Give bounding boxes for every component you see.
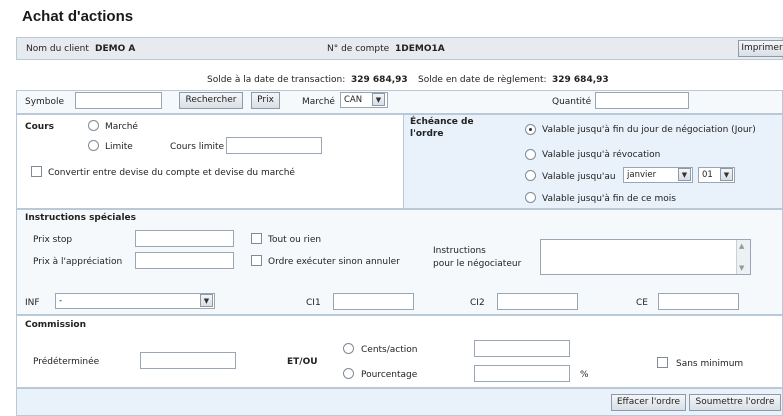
all-or-none-label: Tout ou rien (268, 235, 322, 245)
quantity-input[interactable] (595, 92, 689, 109)
client-name-value: DEMO A (95, 44, 136, 54)
stop-price-label: Prix stop (33, 235, 73, 245)
expiry-option-date: Valable jusqu'au (542, 172, 616, 182)
clear-order-button[interactable]: Effacer l'ordre (611, 394, 686, 411)
inf-chevron-down-icon[interactable]: ▼ (200, 294, 213, 307)
trade-date-balance-label: Solde à la date de transaction: (207, 75, 346, 85)
price-button[interactable]: Prix (251, 92, 280, 109)
expiry-label-line1: Échéance de (410, 117, 474, 127)
special-instructions-header: Instructions spéciales (25, 213, 137, 223)
cents-label: Cents/action (361, 345, 418, 355)
symbol-input[interactable] (75, 92, 162, 109)
percent-unit: % (580, 370, 589, 380)
expiry-option-gtc: Valable jusqu'à révocation (542, 150, 661, 160)
expiry-label-line2: l'ordre (410, 129, 444, 139)
market-radio[interactable] (88, 120, 99, 131)
settlement-balance-value: 329 684,93 (552, 75, 609, 85)
ci1-input[interactable] (333, 293, 414, 310)
appreciation-price-label: Prix à l'appréciation (33, 257, 123, 267)
market-radio-label: Marché (105, 122, 138, 132)
inf-label: INF (25, 298, 40, 308)
ci2-input[interactable] (497, 293, 578, 310)
limit-radio[interactable] (88, 140, 99, 151)
month-chevron-down-icon[interactable]: ▼ (678, 168, 691, 181)
expiry-radio-date[interactable] (525, 170, 536, 181)
market-label: Marché (302, 97, 335, 107)
settlement-balance-label: Solde en date de règlement: (418, 75, 547, 85)
predetermined-label: Prédéterminée (33, 357, 100, 367)
day-chevron-down-icon[interactable]: ▼ (720, 168, 733, 181)
expiry-radio-month-end[interactable] (525, 192, 536, 203)
commission-header: Commission (25, 320, 87, 330)
expiry-option-day: Valable jusqu'à fin du jour de négociati… (542, 125, 756, 135)
and-or-label: ET/OU (287, 357, 318, 367)
scroll-up-icon[interactable]: ▲ (739, 242, 744, 250)
page-title: Achat d'actions (22, 8, 134, 25)
limit-price-label: Cours limite (170, 142, 225, 152)
appreciation-price-input[interactable] (135, 252, 234, 269)
account-number-label: N° de compte (327, 44, 390, 54)
market-select-value: CAN (344, 95, 363, 105)
fill-or-kill-label: Ordre exécuter sinon annuler (268, 257, 400, 267)
inf-select[interactable]: - (55, 293, 215, 309)
trade-date-balance-value: 329 684,93 (351, 75, 408, 85)
expiry-radio-gtc[interactable] (525, 149, 536, 160)
client-name-label: Nom du client (26, 44, 89, 54)
quantity-label: Quantité (552, 97, 592, 107)
cents-radio[interactable] (343, 343, 354, 354)
submit-order-button[interactable]: Soumettre l'ordre (689, 394, 781, 411)
scroll-down-icon[interactable]: ▼ (739, 264, 744, 272)
trader-instructions-label-line1: Instructions (433, 246, 486, 256)
fill-or-kill-checkbox[interactable] (251, 255, 262, 266)
expiry-radio-day[interactable] (525, 124, 536, 135)
search-button[interactable]: Rechercher (179, 92, 243, 109)
percent-input[interactable] (474, 365, 570, 382)
percent-radio[interactable] (343, 368, 354, 379)
no-minimum-label: Sans minimum (676, 359, 744, 369)
symbol-label: Symbole (25, 97, 65, 107)
account-number-value: 1DEMO1A (395, 44, 445, 54)
market-chevron-down-icon[interactable]: ▼ (372, 93, 385, 106)
convert-currency-label: Convertir entre devise du compte et devi… (48, 168, 295, 178)
all-or-none-checkbox[interactable] (251, 233, 262, 244)
stop-price-input[interactable] (135, 230, 234, 247)
convert-currency-checkbox[interactable] (31, 166, 42, 177)
ci1-label: CI1 (306, 298, 321, 308)
ce-input[interactable] (658, 293, 739, 310)
ce-label: CE (636, 298, 648, 308)
cents-input[interactable] (474, 340, 570, 357)
trader-instructions-textarea[interactable] (540, 239, 751, 275)
inf-select-value: - (59, 296, 63, 306)
limit-radio-label: Limite (105, 142, 133, 152)
expiry-option-month-end: Valable jusqu'à fin de ce mois (542, 194, 676, 204)
ci2-label: CI2 (470, 298, 485, 308)
limit-price-input[interactable] (226, 137, 322, 154)
percent-label: Pourcentage (361, 370, 418, 380)
expiry-month-value: janvier (627, 170, 657, 180)
trader-instructions-label-line2: pour le négociateur (433, 259, 522, 269)
no-minimum-checkbox[interactable] (657, 357, 668, 368)
cours-label: Cours (25, 122, 54, 132)
predetermined-input[interactable] (140, 352, 236, 369)
print-button[interactable]: Imprimer (738, 40, 783, 57)
expiry-day-value: 01 (702, 170, 713, 180)
